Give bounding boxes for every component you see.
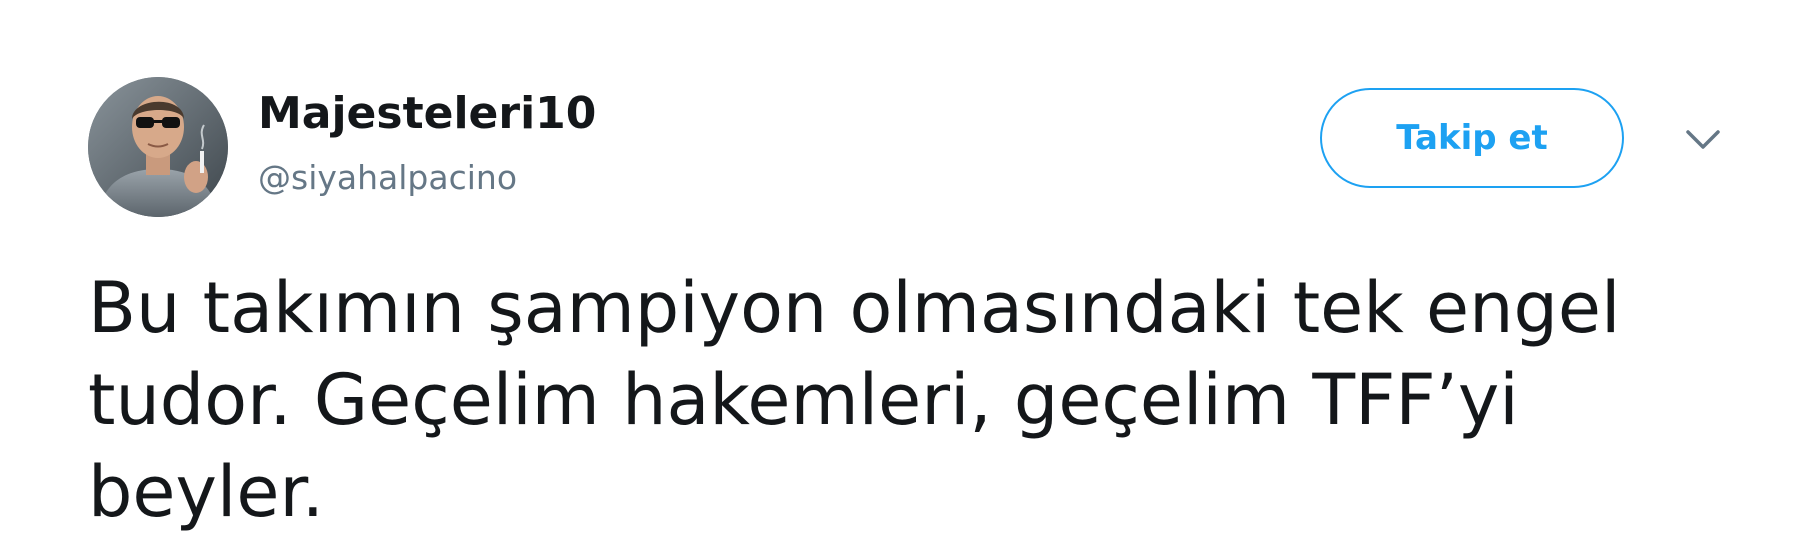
tweet-card: Majesteleri10 @siyahalpacino Takip et Bu… (0, 0, 1805, 555)
avatar-photo-icon (88, 77, 228, 217)
avatar[interactable] (88, 77, 228, 217)
author-display-name[interactable]: Majesteleri10 (258, 84, 596, 144)
chevron-down-icon[interactable] (1684, 128, 1722, 152)
author-handle[interactable]: @siyahalpacino (258, 156, 517, 200)
tweet-text: Bu takımın şampiyon olmasındaki tek enge… (88, 267, 1621, 533)
follow-button[interactable]: Takip et (1320, 88, 1624, 188)
